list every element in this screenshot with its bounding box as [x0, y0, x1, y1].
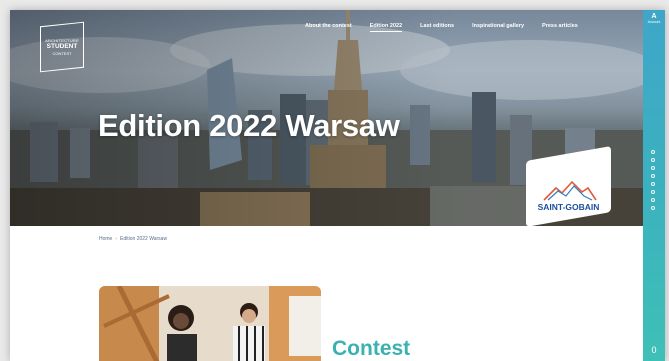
section-dot[interactable]	[651, 158, 655, 162]
hero-banner: ARCHITECTURE STUDENT CONTEST About the c…	[10, 10, 643, 226]
sponsor-name: SAINT-GOBAIN	[537, 202, 600, 212]
browser-frame: ARCHITECTURE STUDENT CONTEST About the c…	[10, 10, 665, 361]
breadcrumb-home[interactable]: Home	[99, 236, 112, 242]
logo-line-3: CONTEST	[52, 50, 72, 56]
section-dot[interactable]	[651, 206, 655, 210]
breadcrumb-separator-icon: ›	[115, 236, 118, 242]
account-button[interactable]: A Account	[643, 13, 665, 24]
saint-gobain-roof-icon	[543, 180, 597, 201]
logo-line-2: STUDENT	[46, 43, 78, 50]
page-title: Edition 2022 Warsaw	[98, 108, 400, 143]
account-icon: A	[651, 13, 657, 20]
section-dot[interactable]	[651, 182, 655, 186]
breadcrumb-current: Edition 2022 Warsaw	[120, 236, 168, 242]
right-rail: A Account 0	[643, 10, 665, 361]
students-photo-image	[99, 286, 321, 361]
logo-text: ARCHITECTURE STUDENT CONTEST	[42, 39, 82, 56]
rail-counter: 0	[651, 345, 657, 355]
section-dot[interactable]	[651, 174, 655, 178]
section-dot[interactable]	[651, 150, 655, 154]
breadcrumb: Home › Edition 2022 Warsaw	[99, 236, 167, 242]
main-nav: About the contest Edition 2022 Last edit…	[305, 23, 578, 32]
nav-press-articles[interactable]: Press articles	[542, 23, 578, 29]
section-dots	[651, 150, 655, 210]
section-dot[interactable]	[651, 190, 655, 194]
sponsor-logo: SAINT-GOBAIN	[526, 176, 611, 222]
section-dot[interactable]	[651, 166, 655, 170]
nav-last-editions[interactable]: Last editions	[420, 23, 454, 29]
account-label: Account	[647, 20, 661, 24]
contest-photo	[99, 286, 321, 361]
nav-edition-2022[interactable]: Edition 2022	[369, 23, 403, 32]
site-logo[interactable]: ARCHITECTURE STUDENT CONTEST	[40, 21, 84, 73]
nav-about-contest[interactable]: About the contest	[305, 23, 352, 29]
section-dot[interactable]	[651, 198, 655, 202]
section-heading-contest: Contest	[332, 337, 411, 360]
nav-inspirational-gallery[interactable]: Inspirational gallery	[472, 23, 524, 29]
